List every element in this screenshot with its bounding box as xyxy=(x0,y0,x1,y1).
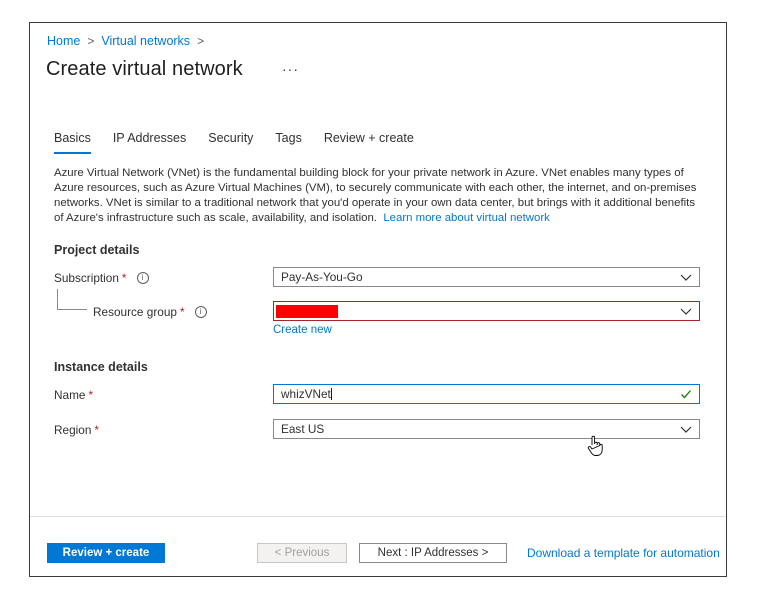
text-caret xyxy=(330,388,332,400)
create-vnet-panel: Home > Virtual networks > Create virtual… xyxy=(29,22,727,577)
name-value: whizVNet xyxy=(281,387,331,401)
region-dropdown[interactable]: East US xyxy=(273,419,700,439)
download-template-link[interactable]: Download a template for automation xyxy=(527,546,720,560)
previous-button[interactable]: < Previous xyxy=(257,543,347,563)
project-details-heading: Project details xyxy=(54,243,140,257)
required-marker: * xyxy=(88,388,94,402)
required-marker: * xyxy=(94,423,99,437)
tab-ip-addresses[interactable]: IP Addresses xyxy=(113,131,186,154)
breadcrumb-virtual-networks[interactable]: Virtual networks xyxy=(101,34,190,48)
breadcrumb-separator: > xyxy=(87,34,95,48)
region-label: Region * xyxy=(54,423,99,437)
next-button[interactable]: Next : IP Addresses > xyxy=(359,543,507,563)
name-label: Name * xyxy=(54,388,93,402)
chevron-down-icon xyxy=(680,274,692,281)
footer-divider xyxy=(30,516,726,517)
region-value: East US xyxy=(281,422,325,436)
page-title: Create virtual network xyxy=(46,58,243,80)
checkmark-icon xyxy=(681,390,691,399)
more-options-icon[interactable]: ··· xyxy=(282,61,299,77)
subscription-label-text: Subscription xyxy=(54,271,119,285)
subscription-label: Subscription * i xyxy=(54,271,149,285)
instance-details-heading: Instance details xyxy=(54,360,148,374)
redacted-value xyxy=(276,304,338,318)
tree-connector xyxy=(57,289,58,309)
name-label-text: Name xyxy=(54,388,86,402)
info-icon[interactable]: i xyxy=(136,272,149,284)
tab-basics[interactable]: Basics xyxy=(54,131,91,154)
resource-group-dropdown[interactable] xyxy=(273,301,700,321)
chevron-down-icon xyxy=(680,426,692,433)
required-marker: * xyxy=(121,271,127,285)
breadcrumb: Home > Virtual networks > xyxy=(47,34,211,48)
subscription-value: Pay-As-You-Go xyxy=(281,270,363,284)
tab-security[interactable]: Security xyxy=(208,131,253,154)
create-new-link[interactable]: Create new xyxy=(273,324,332,336)
breadcrumb-home[interactable]: Home xyxy=(47,34,80,48)
description-text: Azure Virtual Network (VNet) is the fund… xyxy=(54,167,697,224)
info-icon[interactable]: i xyxy=(194,306,207,318)
subscription-dropdown[interactable]: Pay-As-You-Go xyxy=(273,267,700,287)
breadcrumb-separator: > xyxy=(197,34,205,48)
learn-more-link[interactable]: Learn more about virtual network xyxy=(383,212,550,224)
chevron-down-icon xyxy=(680,308,692,315)
resource-group-label-text: Resource group xyxy=(93,305,177,319)
tab-bar: Basics IP Addresses Security Tags Review… xyxy=(54,131,436,154)
review-create-button[interactable]: Review + create xyxy=(47,543,165,563)
tab-tags[interactable]: Tags xyxy=(275,131,301,154)
hand-cursor-icon xyxy=(587,435,603,456)
tab-review-create[interactable]: Review + create xyxy=(324,131,414,154)
resource-group-label: Resource group * i xyxy=(93,305,207,319)
description: Azure Virtual Network (VNet) is the fund… xyxy=(54,166,698,226)
required-marker: * xyxy=(179,305,185,319)
name-input[interactable]: whizVNet xyxy=(273,384,700,404)
tree-connector xyxy=(57,309,87,310)
region-label-text: Region xyxy=(54,423,92,437)
